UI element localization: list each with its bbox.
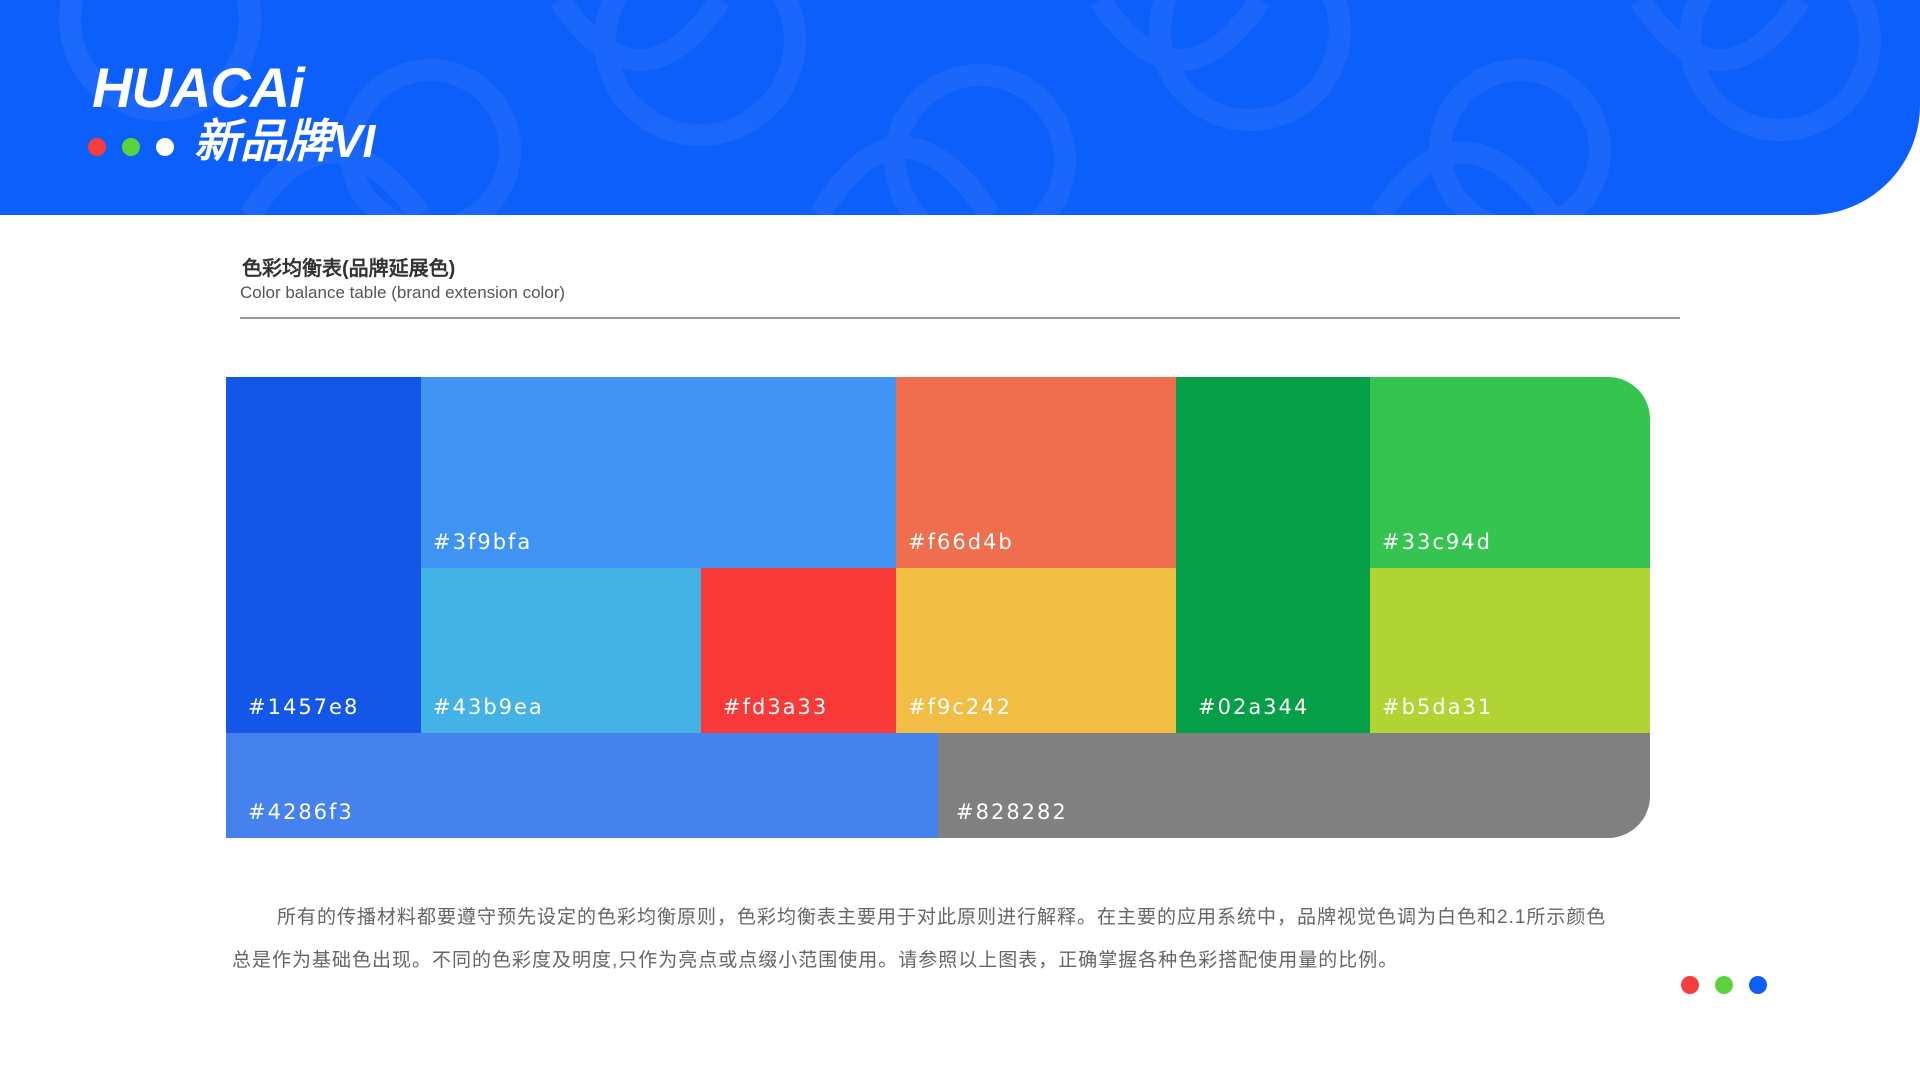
header-banner: HUACAi 新品牌VI xyxy=(0,0,1920,215)
section-title: 色彩均衡表(品牌延展色) xyxy=(242,258,456,280)
swatch-43b9ea: #43b9ea xyxy=(421,568,701,733)
swatch-label: #f66d4b xyxy=(908,530,1014,554)
header-subtitle: 新品牌VI xyxy=(194,115,376,167)
swatch-02a344: #02a344 xyxy=(1176,377,1370,733)
swatch-1457e8: #1457e8 xyxy=(226,377,421,733)
swatch-label: #f9c242 xyxy=(908,695,1012,719)
logo-dot-white xyxy=(156,138,174,156)
logo-dot-red xyxy=(88,138,106,156)
swatch-3f9bfa: #3f9bfa xyxy=(421,377,896,568)
section-subtitle: Color balance table (brand extension col… xyxy=(240,283,566,302)
swatch-label: #43b9ea xyxy=(433,695,544,719)
swatch-label: #02a344 xyxy=(1198,695,1310,719)
footer-dot-blue xyxy=(1749,976,1767,994)
swatch-4286f3: #4286f3 xyxy=(226,733,938,838)
swatch-f66d4b: #f66d4b xyxy=(896,377,1176,568)
swatch-label: #b5da31 xyxy=(1382,695,1494,719)
swatch-label: #828282 xyxy=(956,800,1068,824)
footer-dot-green xyxy=(1715,976,1733,994)
color-balance-table: #1457e8 #3f9bfa #43b9ea #fd3a33 #f66d4b … xyxy=(226,377,1650,838)
section-divider xyxy=(240,317,1680,319)
swatch-b5da31: #b5da31 xyxy=(1370,568,1650,733)
swatch-33c94d: #33c94d xyxy=(1370,377,1650,568)
swatch-label: #1457e8 xyxy=(248,695,360,719)
swatch-f9c242: #f9c242 xyxy=(896,568,1176,733)
swatch-label: #fd3a33 xyxy=(723,695,829,719)
swatch-label: #33c94d xyxy=(1382,530,1492,554)
logo-dot-green xyxy=(122,138,140,156)
swatch-label: #3f9bfa xyxy=(433,530,533,554)
swatch-label: #4286f3 xyxy=(248,800,354,824)
swatch-828282: #828282 xyxy=(938,733,1650,838)
brand-logo: HUACAi xyxy=(92,56,305,119)
description-paragraph: 所有的传播材料都要遵守预先设定的色彩均衡原则，色彩均衡表主要用于对此原则进行解释… xyxy=(232,907,1607,971)
footer-dot-red xyxy=(1681,976,1699,994)
swatch-fd3a33: #fd3a33 xyxy=(701,568,896,733)
